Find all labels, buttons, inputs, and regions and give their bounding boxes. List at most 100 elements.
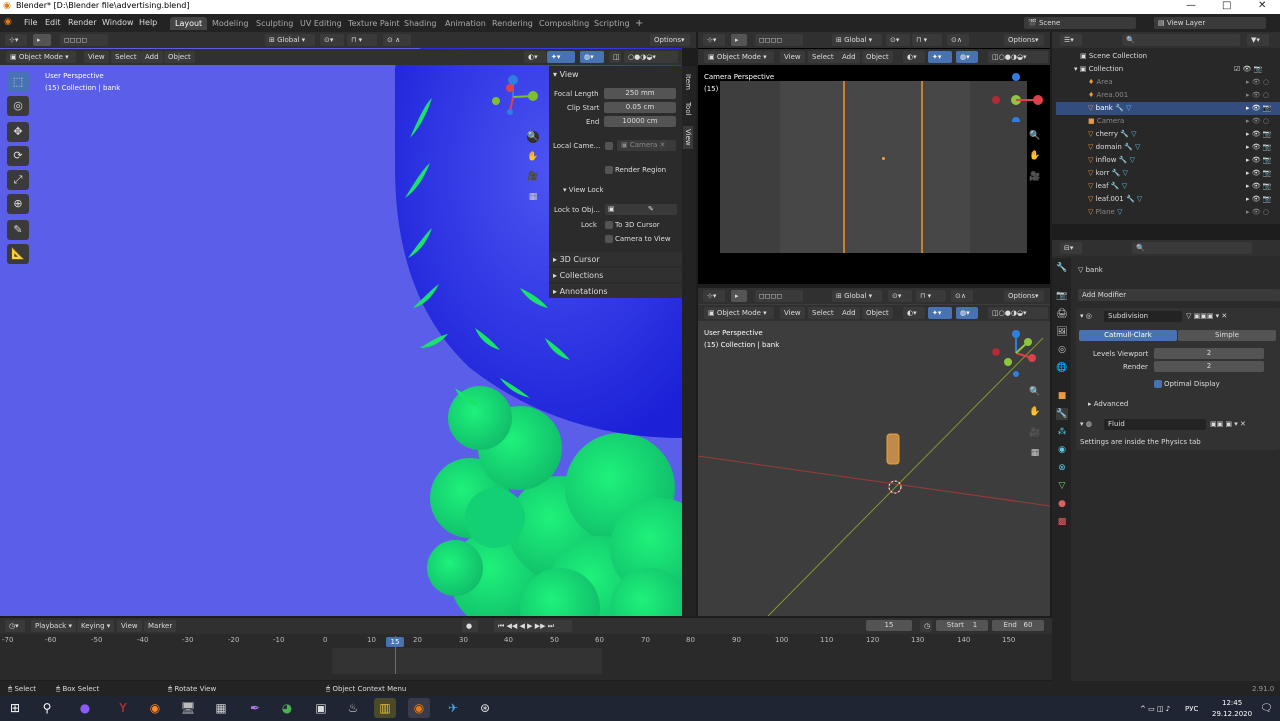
search-icon[interactable]: ⚲ (36, 698, 58, 718)
tab-sculpting[interactable]: Sculpting (251, 17, 298, 30)
app-icon-4[interactable]: ▣ (310, 698, 332, 718)
render-region-checkbox[interactable] (605, 166, 613, 174)
tab-shading[interactable]: Shading (399, 17, 442, 30)
record-button[interactable]: ● (462, 620, 478, 632)
xray-toggle[interactable]: ◫ (609, 51, 621, 63)
user-orientation-dropdown[interactable]: ⊞ Global ▾ (832, 290, 882, 302)
outliner-filter[interactable]: ▼▾ (1247, 34, 1269, 46)
add-modifier-dropdown[interactable]: Add Modifier (1078, 289, 1280, 301)
keying-menu[interactable]: Keying ▾ (77, 620, 115, 632)
yandex-browser-icon[interactable]: Y (112, 698, 134, 718)
steam-icon[interactable]: ♨ (342, 698, 364, 718)
lock-to-cursor-checkbox[interactable] (605, 221, 613, 229)
outliner-item-plane[interactable]: ▽ Plane ▽ ▸ 👁 ○ (1056, 206, 1280, 219)
optimal-display-checkbox[interactable] (1154, 380, 1162, 388)
pan-hand-icon[interactable]: ✋ (527, 151, 539, 163)
user-object-mode-dropdown[interactable]: ▣ Object Mode ▾ (704, 307, 774, 319)
view-layer-props-icon[interactable]: 🖼 (1056, 326, 1068, 338)
outliner-item-camera[interactable]: ■ Camera ▸ 👁 ○ (1056, 115, 1280, 128)
properties-editor-type[interactable]: ⊟▾ (1060, 242, 1082, 254)
outliner-collection[interactable]: ▾ ▣ Collection ☑ 👁 📷 (1056, 63, 1280, 76)
fluid-expand[interactable]: ▾ ◍ (1080, 420, 1092, 428)
user-ortho-grid-icon[interactable]: ▦ (1029, 447, 1041, 459)
camera-viewport[interactable]: ⊹▾ ▸ ◻◻◻◻ ⊞ Global ▾ ⊙▾ ⊓ ▾ ⊙∧ Options▾ … (698, 32, 1050, 284)
app-icon-5[interactable]: ▥ (374, 698, 396, 718)
outliner-item-domain[interactable]: ▽ domain 🔧 ▽ ▸ 👁 📷 (1056, 141, 1280, 154)
user-add-menu[interactable]: Add (838, 307, 860, 319)
levels-viewport-field[interactable]: 2 (1154, 348, 1264, 359)
local-camera-field[interactable]: ▣ Camera ✕ (617, 140, 676, 151)
cam-view-menu[interactable]: View (780, 51, 805, 63)
outliner-item-leaf-001[interactable]: ▽ leaf.001 🔧 ▽ ▸ 👁 📷 (1056, 193, 1280, 206)
cam-navigation-gizmo[interactable] (988, 72, 1048, 122)
firefox-icon[interactable]: ◉ (144, 698, 166, 718)
select-mode-buttons[interactable]: ◻◻◻◻ (60, 34, 108, 46)
telegram-icon[interactable]: ✈ (442, 698, 464, 718)
menu-render[interactable]: Render (68, 18, 96, 27)
object-menu[interactable]: Object (164, 51, 195, 63)
move-tool-icon[interactable]: ✥ (7, 122, 29, 142)
language-indicator[interactable]: РУС (1185, 705, 1198, 713)
outliner-item-area-001[interactable]: ♦ Area.001 ▸ 👁 ○ (1056, 89, 1280, 102)
render-levels-field[interactable]: 2 (1154, 361, 1264, 372)
current-frame-field[interactable]: 15 (866, 620, 912, 631)
fluid-name-field[interactable]: Fluid (1104, 419, 1206, 430)
tab-animation[interactable]: Animation (440, 17, 491, 30)
app-icon-1[interactable]: ● (74, 698, 96, 718)
windows-start-icon[interactable]: ⊞ (4, 698, 26, 718)
outliner-item-korr[interactable]: ▽ korr 🔧 ▽ ▸ 👁 📷 (1056, 167, 1280, 180)
app-icon-6[interactable]: ⊛ (474, 698, 496, 718)
select-tool-icon[interactable]: ▸ (33, 34, 51, 46)
snap-toggle[interactable]: ⊓ ▾ (347, 34, 377, 46)
view-section-header[interactable]: ▾ View (553, 70, 579, 79)
user-pan-hand-icon[interactable]: ✋ (1029, 406, 1041, 418)
transform-tool-icon[interactable]: ⊕ (7, 194, 29, 214)
camera-to-view-checkbox[interactable] (605, 235, 613, 243)
collections-section-header[interactable]: ▸ Collections (549, 268, 682, 282)
playback-controls[interactable]: ⏮ ◀◀ ◀ ▶ ▶▶ ⏭ (494, 620, 572, 632)
navigation-gizmo[interactable] (488, 72, 544, 132)
user-select-mode-buttons[interactable]: ◻◻◻◻ (755, 290, 803, 302)
blender-menu-icon[interactable]: ◉ (4, 17, 12, 27)
ortho-grid-icon[interactable]: ▦ (527, 191, 539, 203)
cam-camera-icon[interactable]: 🎥 (1029, 171, 1041, 183)
clock-date[interactable]: 29.12.2020 (1212, 710, 1252, 718)
subdivision-toggles[interactable]: ▽ ▣▣▣ ▾ ✕ (1186, 312, 1227, 320)
user-shading-buttons[interactable]: ◫○●◑◒▾ (988, 307, 1048, 319)
local-camera-checkbox[interactable] (605, 142, 613, 150)
user-options-dropdown[interactable]: Options▾ (1004, 290, 1044, 302)
view-lock-header[interactable]: ▾ View Lock (563, 186, 604, 194)
end-frame-field[interactable]: End 60 (992, 620, 1044, 631)
cam-add-menu[interactable]: Add (838, 51, 860, 63)
object-props-icon[interactable]: ■ (1056, 390, 1068, 402)
editor-type-button[interactable]: ⊹▾ (5, 34, 27, 46)
outliner-item-cherry[interactable]: ▽ cherry 🔧 ▽ ▸ 👁 📷 (1056, 128, 1280, 141)
user-visibility-dropdown[interactable]: ◐▾ (903, 307, 925, 319)
tray-icons[interactable]: ^ ▭ ◫ ♪ (1140, 705, 1170, 713)
select-box-tool-icon[interactable]: ⬚ (7, 72, 29, 92)
scene-props-icon[interactable]: ◎ (1056, 344, 1068, 356)
properties-search-input[interactable]: 🔍 (1132, 242, 1252, 254)
clock-time[interactable]: 12:45 (1222, 699, 1242, 707)
preview-range-toggle[interactable]: ◷ (920, 620, 932, 632)
user-editor-type-button[interactable]: ⊹▾ (703, 290, 725, 302)
outliner-item-inflow[interactable]: ▽ inflow 🔧 ▽ ▸ 👁 📷 (1056, 154, 1280, 167)
marker-menu[interactable]: Marker (144, 620, 177, 632)
tab-tool[interactable]: Tool (684, 102, 692, 116)
modifier-props-icon[interactable]: 🔧 (1056, 408, 1068, 420)
scale-tool-icon[interactable]: ⤢ (7, 170, 29, 190)
notifications-icon[interactable]: 🗨 (1260, 703, 1273, 714)
cam-select-mode-buttons[interactable]: ◻◻◻◻ (755, 34, 803, 46)
cam-orientation-dropdown[interactable]: ⊞ Global ▾ (832, 34, 882, 46)
scene-selector[interactable]: 🎬 Scene (1024, 17, 1136, 29)
timeline-editor-type[interactable]: ◷▾ (5, 620, 25, 632)
world-props-icon[interactable]: 🌐 (1056, 362, 1068, 374)
gizmo-toggle[interactable]: ✦▾ (547, 51, 575, 63)
playhead-frame-label[interactable]: 15 (386, 637, 404, 647)
cam-options-dropdown[interactable]: Options▾ (1004, 34, 1044, 46)
user-view-menu[interactable]: View (780, 307, 805, 319)
minimize-button[interactable]: — (1186, 0, 1196, 11)
cam-overlay-toggle[interactable]: ◍▾ (956, 51, 978, 63)
outliner-scene-collection[interactable]: ▣ Scene Collection (1056, 50, 1280, 63)
maximize-button[interactable]: □ (1222, 0, 1231, 11)
